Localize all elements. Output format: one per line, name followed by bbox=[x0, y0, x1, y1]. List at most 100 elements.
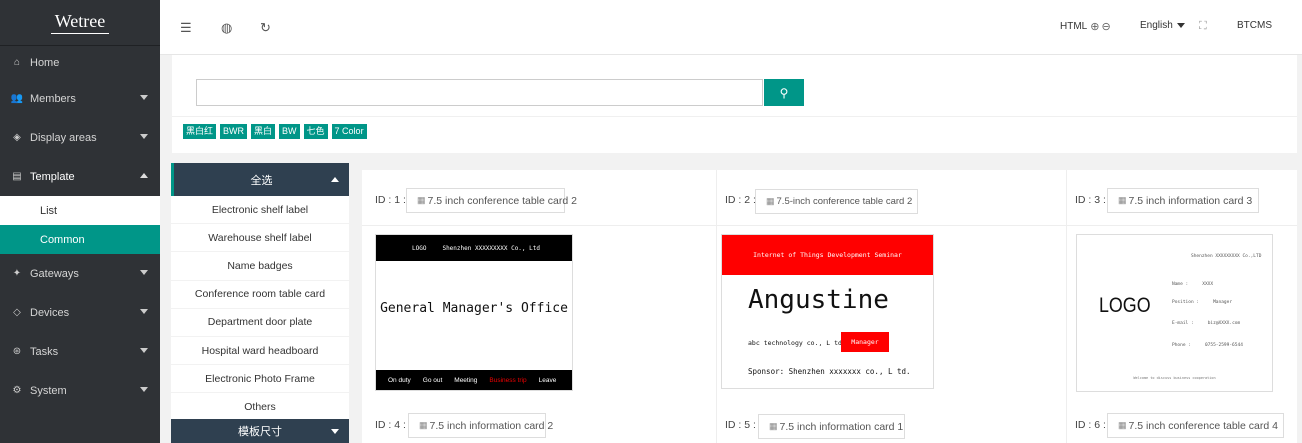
sidebar-item-system[interactable]: ⚙ System bbox=[0, 371, 160, 410]
preview-badge: Manager bbox=[841, 332, 889, 352]
card-name[interactable]: ▦ 7.5 inch conference table card 2 bbox=[406, 188, 577, 213]
sidebar-item-label: Devices bbox=[30, 306, 70, 319]
search-panel: ⚲ 黑白红 BWR 黑白 BW 七色 7 Color bbox=[172, 55, 1297, 153]
sidebar-item-gateways[interactable]: ✦ Gateways bbox=[0, 254, 160, 293]
sidebar-item-label: Members bbox=[30, 92, 76, 105]
category-item[interactable]: Warehouse shelf label bbox=[171, 224, 349, 253]
filter-tag[interactable]: 七色 bbox=[303, 124, 328, 139]
category-item[interactable]: Hospital ward headboard bbox=[171, 337, 349, 366]
row-key: E-mail : bbox=[1172, 321, 1194, 326]
card-name-text: 7.5-inch conference table card 2 bbox=[776, 196, 913, 207]
filter-tag[interactable]: 7 Color bbox=[331, 124, 367, 139]
category-item[interactable]: Others bbox=[171, 393, 349, 422]
chevron-down-icon bbox=[140, 348, 148, 353]
search-button[interactable]: ⚲ bbox=[764, 79, 804, 106]
divider bbox=[362, 225, 1297, 226]
select-all-category[interactable]: 全选 bbox=[171, 163, 349, 196]
row-value: XXXX bbox=[1202, 282, 1214, 287]
card-name[interactable]: ▦ 7.5 inch information card 1 bbox=[758, 414, 905, 439]
user-menu[interactable]: BTCMS bbox=[1237, 20, 1272, 31]
card-name-text: 7.5 inch information card 1 bbox=[779, 420, 904, 433]
sidebar-item-tasks[interactable]: ⊛ Tasks bbox=[0, 332, 160, 371]
sidebar-item-members[interactable]: 👥 Members bbox=[0, 79, 160, 118]
category-item[interactable]: Conference room table card bbox=[171, 281, 349, 309]
html-label: HTML bbox=[1060, 21, 1088, 32]
category-item[interactable]: Name badges bbox=[171, 252, 349, 281]
app-logo[interactable]: Wetree bbox=[0, 0, 160, 46]
card-id: ID : 1 : bbox=[375, 194, 406, 206]
home-icon: ⌂ bbox=[13, 57, 21, 68]
template-submenu: List Common bbox=[0, 196, 160, 254]
card-id: ID : 3 : bbox=[1075, 194, 1106, 206]
status-label: Go out bbox=[422, 376, 443, 384]
document-icon: ▦ bbox=[417, 195, 426, 205]
preview-status-bar: On duty Go out Meeting Business trip Lea… bbox=[376, 370, 572, 390]
zoom-in-icon[interactable]: ⊕ bbox=[1090, 20, 1099, 33]
category-item[interactable]: Department door plate bbox=[171, 309, 349, 337]
document-icon: ▦ bbox=[1118, 420, 1127, 430]
card-name[interactable]: ▦ 7.5-inch conference table card 2 bbox=[755, 189, 918, 214]
card-name[interactable]: ▦ 7.5 inch information card 2 bbox=[408, 413, 553, 438]
sidebar-item-devices[interactable]: ◇ Devices bbox=[0, 293, 160, 332]
template-grid: ID : 1 : ▦ 7.5 inch conference table card… bbox=[362, 170, 1297, 443]
preview-title: General Manager's Office bbox=[380, 301, 568, 316]
globe-icon[interactable]: ◍ bbox=[221, 20, 232, 36]
tag-icon: ◇ bbox=[13, 307, 21, 318]
preview-company: abc technology co., L td. bbox=[748, 339, 846, 347]
template-preview[interactable]: LOGO Shenzhen XXXXXXXXX Co., Ltd General… bbox=[375, 234, 573, 391]
sidebar-item-display-areas[interactable]: ◈ Display areas bbox=[0, 118, 160, 157]
divider bbox=[1066, 170, 1067, 443]
category-item[interactable]: Electronic shelf label bbox=[171, 196, 349, 225]
chevron-down-icon bbox=[140, 309, 148, 314]
caret-down-icon bbox=[1176, 23, 1185, 28]
layers-icon: ◈ bbox=[13, 132, 21, 143]
fullscreen-icon[interactable]: ⛶ bbox=[1199, 20, 1207, 33]
sidebar-subitem-list[interactable]: List bbox=[0, 196, 160, 225]
tasks-icon: ⊛ bbox=[12, 346, 22, 357]
search-icon: ⚲ bbox=[779, 85, 789, 100]
filter-tag[interactable]: 黑白红 bbox=[183, 124, 217, 139]
divider bbox=[172, 116, 1297, 117]
card-id: ID : 2 : bbox=[725, 194, 756, 206]
document-icon: ▦ bbox=[1118, 195, 1127, 205]
sidebar-item-template[interactable]: ▤ Template bbox=[0, 157, 160, 196]
preview-header: Internet of Things Development Seminar bbox=[722, 235, 933, 275]
filter-tag[interactable]: BWR bbox=[220, 124, 248, 139]
chevron-down-icon bbox=[140, 134, 148, 139]
filter-tag[interactable]: BW bbox=[279, 124, 300, 139]
preview-company: Shenzhen XXXXXXXXX Co.,LTD bbox=[1191, 254, 1262, 259]
refresh-icon[interactable]: ↻ bbox=[260, 20, 271, 36]
status-label: Meeting bbox=[454, 376, 478, 384]
zoom-out-icon[interactable]: ⊖ bbox=[1101, 20, 1110, 33]
row-value: 0755-2599-6544 bbox=[1204, 343, 1243, 348]
card-id: ID : 6 : bbox=[1075, 419, 1106, 431]
preview-header: LOGO Shenzhen XXXXXXXXX Co., Ltd bbox=[376, 235, 572, 261]
row-key: Name : bbox=[1172, 282, 1189, 287]
app-logo-text: Wetree bbox=[50, 11, 110, 34]
sidebar-item-label: Display areas bbox=[30, 131, 97, 144]
menu-toggle-icon[interactable]: ☰ bbox=[180, 20, 192, 36]
card-name-text: 7.5 inch conference table card 2 bbox=[427, 194, 577, 207]
language-label: English bbox=[1140, 20, 1173, 31]
category-item[interactable]: Electronic Photo Frame bbox=[171, 365, 349, 394]
chevron-down-icon bbox=[331, 429, 339, 434]
template-size-category[interactable]: 模板尺寸 bbox=[171, 419, 349, 443]
template-preview[interactable]: Internet of Things Development Seminar A… bbox=[721, 234, 934, 389]
filter-tag[interactable]: 黑白 bbox=[251, 124, 276, 139]
sidebar-item-label: Gateways bbox=[30, 267, 79, 280]
search-input[interactable] bbox=[196, 79, 763, 106]
username: BTCMS bbox=[1237, 20, 1272, 31]
sidebar-item-home[interactable]: ⌂ Home bbox=[0, 46, 160, 79]
category-label: 模板尺寸 bbox=[238, 426, 282, 438]
card-name[interactable]: ▦ 7.5 inch conference table card 4 bbox=[1107, 413, 1284, 438]
card-name-text: 7.5 inch information card 2 bbox=[429, 419, 554, 432]
preview-logo: LOGO bbox=[412, 244, 427, 252]
template-preview[interactable]: Shenzhen XXXXXXXXX Co.,LTD LOGO Name : XX… bbox=[1076, 234, 1273, 392]
preview-row: Position : Manager bbox=[1172, 300, 1232, 305]
preview-row: Name : XXXX bbox=[1172, 282, 1213, 287]
chevron-down-icon bbox=[140, 387, 148, 392]
preview-row: E-mail : biz@XXXX.com bbox=[1172, 321, 1240, 326]
language-select[interactable]: English bbox=[1140, 20, 1185, 31]
sidebar-subitem-common[interactable]: Common bbox=[0, 225, 160, 254]
card-name[interactable]: ▦ 7.5 inch information card 3 bbox=[1107, 188, 1259, 213]
